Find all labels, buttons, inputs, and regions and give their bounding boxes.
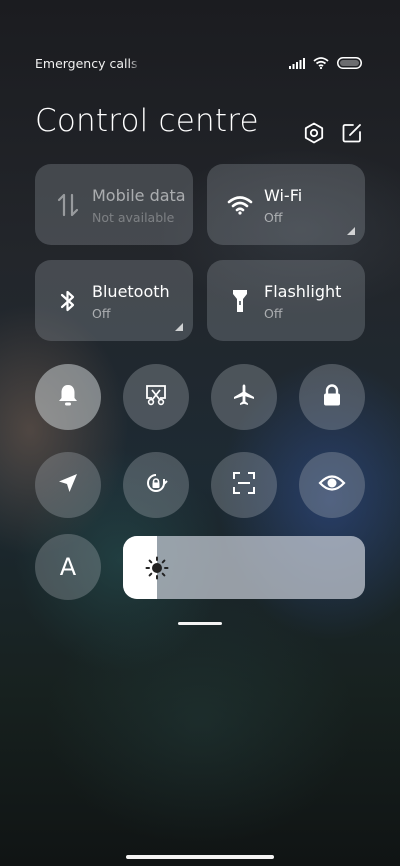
reading-mode-toggle[interactable]: [299, 452, 365, 518]
expand-corner-icon[interactable]: [347, 227, 355, 235]
scanner-icon: [232, 471, 256, 499]
status-bar: Emergency calls only: [35, 55, 362, 73]
wifi-icon: [227, 192, 253, 218]
home-indicator[interactable]: [126, 855, 274, 859]
lock-screen-toggle[interactable]: [299, 364, 365, 430]
tile-wifi[interactable]: Wi-Fi Off: [207, 164, 365, 245]
bell-icon: [57, 383, 79, 411]
status-icons: [289, 57, 362, 72]
tile-status: Off: [264, 210, 283, 225]
airplane-icon: [232, 383, 256, 411]
wifi-status-icon: [313, 57, 329, 72]
flashlight-icon: [227, 288, 253, 314]
auto-brightness-button[interactable]: A: [35, 534, 101, 600]
tile-status: Not available: [92, 210, 175, 225]
tile-bluetooth[interactable]: Bluetooth Off: [35, 260, 193, 341]
airplane-mode-toggle[interactable]: [211, 364, 277, 430]
tile-status: Off: [92, 306, 111, 321]
mobile-data-icon: [55, 192, 81, 218]
sound-toggle[interactable]: [35, 364, 101, 430]
scanner-toggle[interactable]: [211, 452, 277, 518]
tile-label: Mobile data: [92, 186, 186, 205]
settings-icon[interactable]: [302, 121, 326, 145]
location-icon: [57, 472, 79, 498]
bluetooth-icon: [55, 288, 81, 314]
battery-icon: [337, 57, 362, 72]
rotation-lock-icon: [143, 470, 169, 500]
brightness-slider[interactable]: [123, 536, 365, 599]
tile-label: Wi-Fi: [264, 186, 303, 205]
lock-icon: [321, 383, 343, 411]
carrier-status-text: Emergency calls only: [35, 56, 140, 71]
screenshot-toggle[interactable]: [123, 364, 189, 430]
collapse-handle[interactable]: [178, 622, 222, 625]
tile-label: Bluetooth: [92, 282, 170, 301]
sun-icon: [145, 556, 169, 580]
location-toggle[interactable]: [35, 452, 101, 518]
tile-flashlight[interactable]: Flashlight Off: [207, 260, 365, 341]
tile-status: Off: [264, 306, 283, 321]
tile-mobile-data[interactable]: Mobile data Not available: [35, 164, 193, 245]
auto-brightness-icon: A: [59, 553, 77, 581]
page-title: Control centre: [35, 103, 259, 139]
eye-icon: [318, 473, 346, 497]
edit-icon[interactable]: [340, 121, 364, 145]
signal-icon: [289, 57, 305, 72]
rotation-lock-toggle[interactable]: [123, 452, 189, 518]
screenshot-icon: [144, 383, 168, 411]
tile-label: Flashlight: [264, 282, 342, 301]
expand-corner-icon[interactable]: [175, 323, 183, 331]
